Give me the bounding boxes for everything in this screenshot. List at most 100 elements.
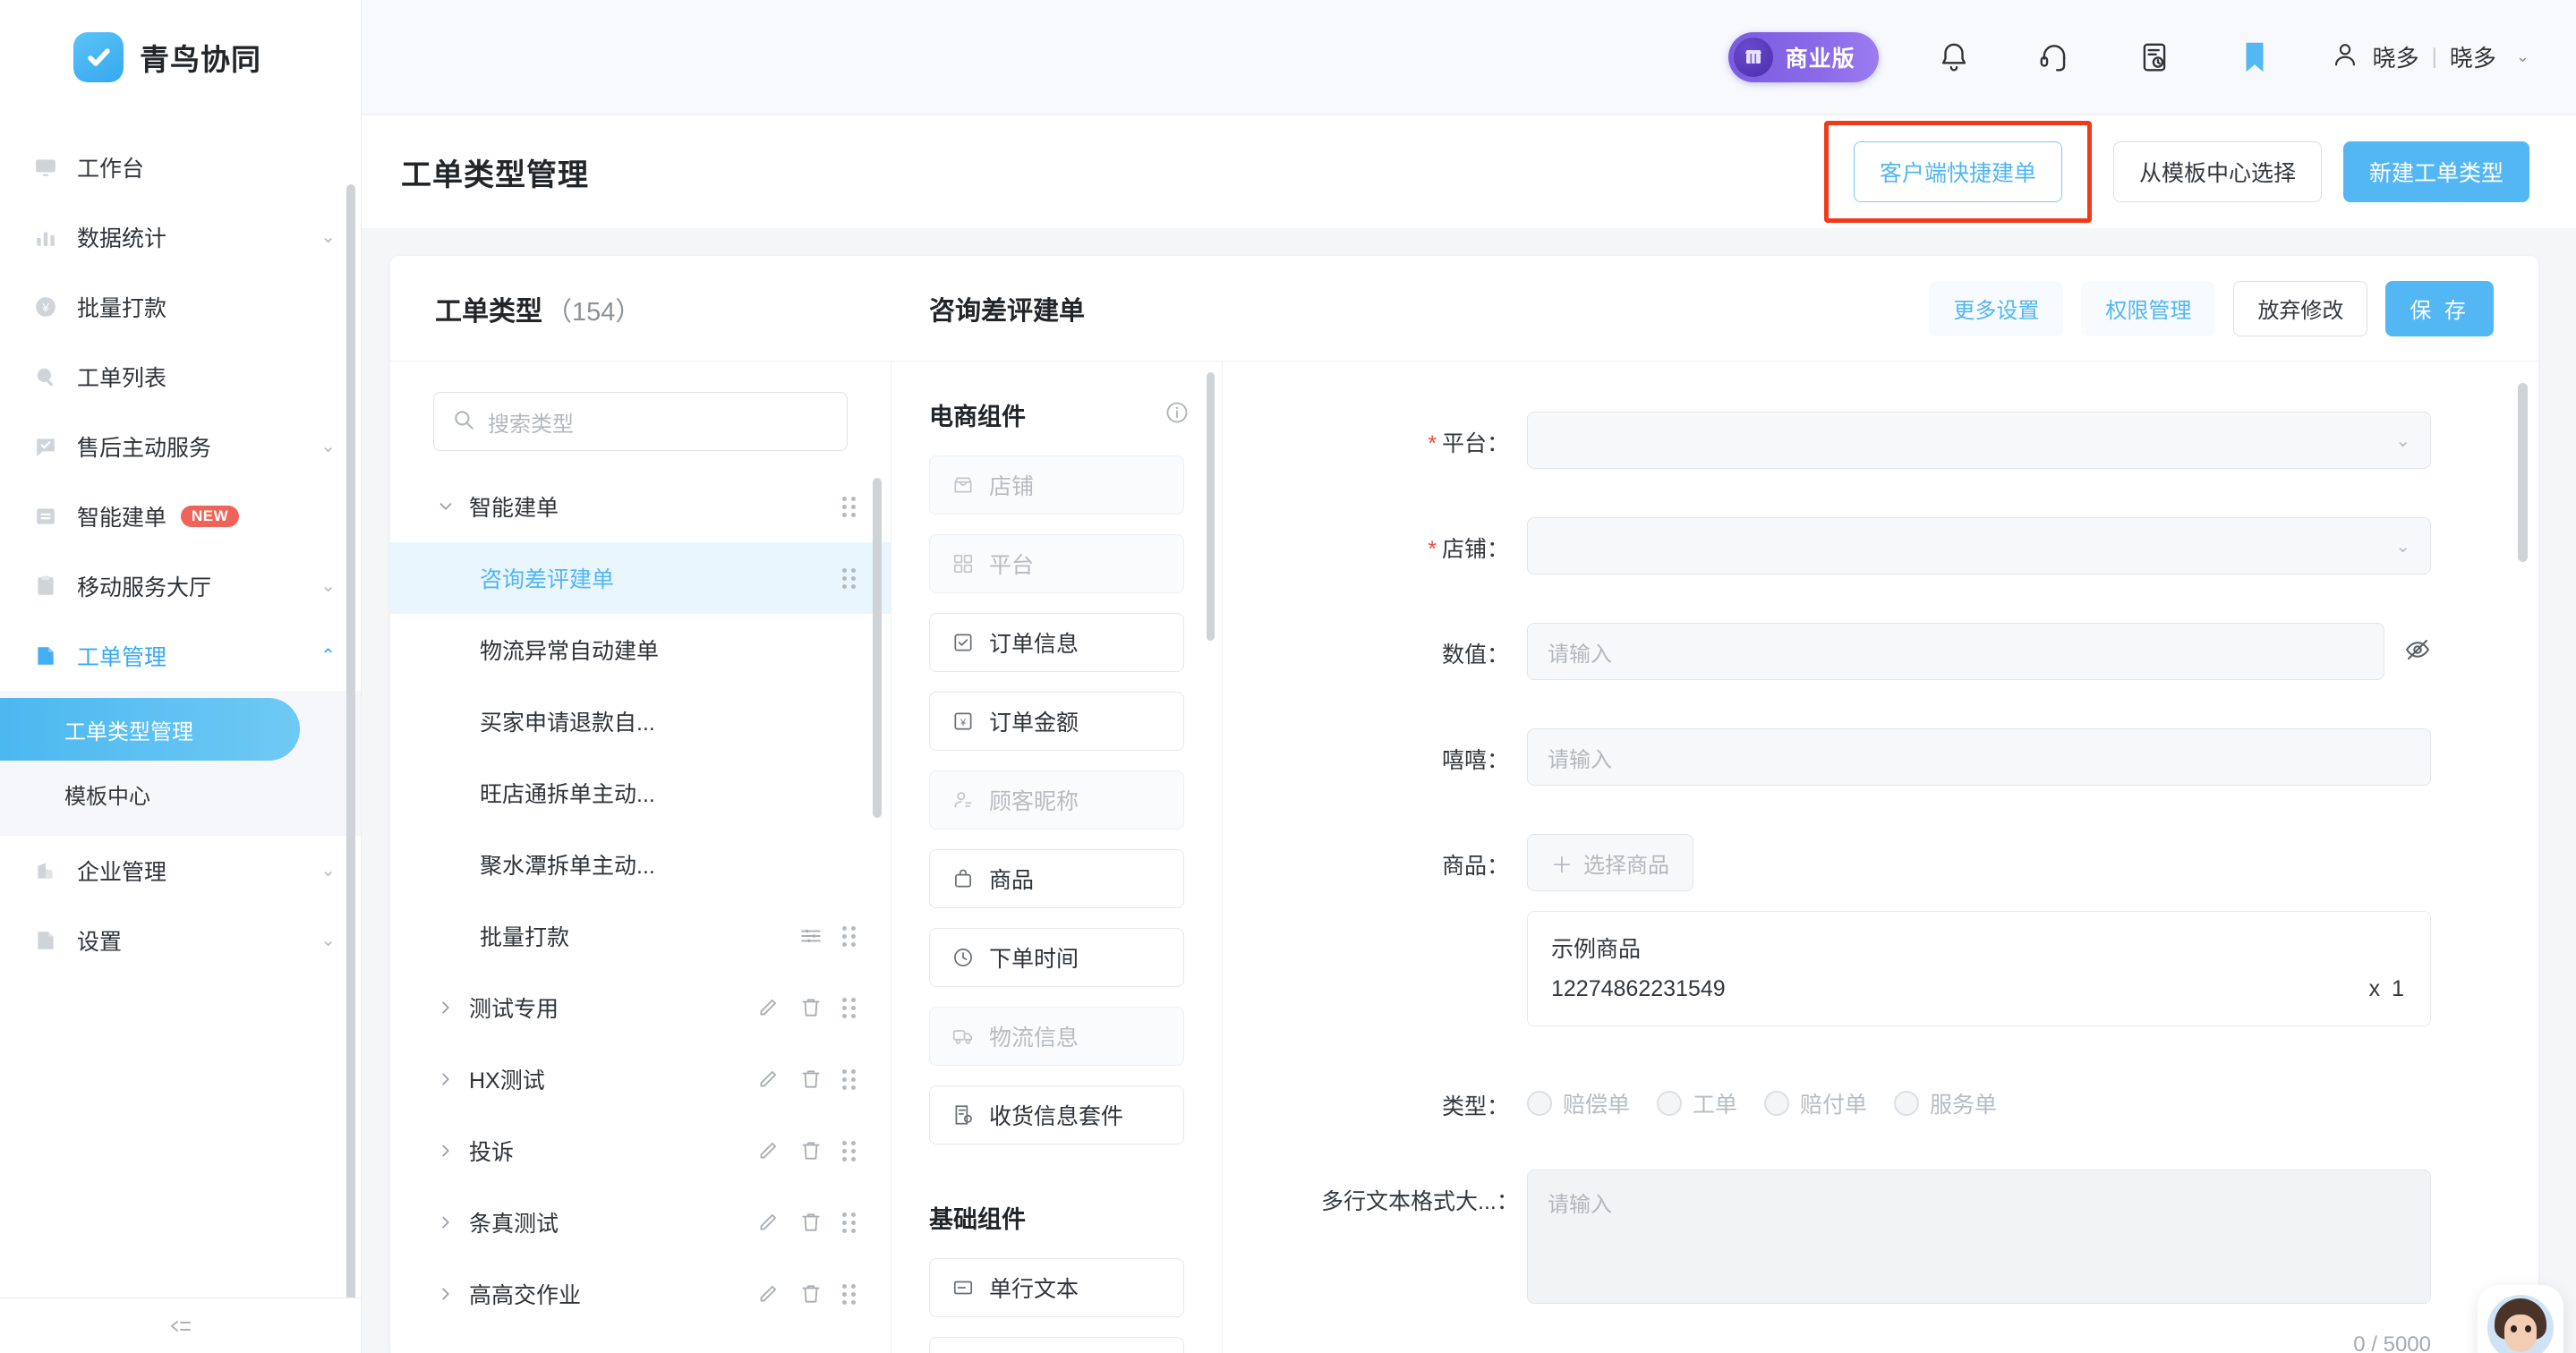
new-ticket-type-button[interactable]: 新建工单类型 [2342, 141, 2529, 202]
platform-select[interactable]: ⌄ [1527, 412, 2431, 469]
form-scrollbar[interactable] [2518, 383, 2528, 562]
edit-icon[interactable] [756, 1139, 780, 1162]
sidebar-item-ticket-type-management[interactable]: 工单类型管理 [0, 698, 300, 761]
store-select[interactable]: ⌄ [1527, 517, 2431, 574]
sidebar-scrollbar[interactable] [346, 184, 355, 1298]
choose-from-template-button[interactable]: 从模板中心选择 [2112, 141, 2322, 202]
tree-row[interactable]: 条真测试 [390, 1187, 891, 1258]
tree-row[interactable]: HX测试 [390, 1043, 891, 1115]
discard-changes-button[interactable]: 放弃修改 [2233, 280, 2368, 336]
palette-item-platform[interactable]: 平台 [929, 534, 1184, 593]
number-input[interactable]: 请输入 [1527, 623, 2384, 680]
tree-row[interactable]: 咨询差评建单 [390, 542, 891, 614]
delete-icon[interactable] [799, 1282, 823, 1306]
permission-management-button[interactable]: 权限管理 [2081, 280, 2216, 336]
sidebar-item-aftersales[interactable]: 售后主动服务 ⌄ [0, 412, 361, 481]
form-row-number: 数值： 请输入 [1321, 623, 2431, 680]
tree-row[interactable]: 买家申请退款自... [390, 685, 891, 757]
drag-handle-icon[interactable] [842, 1068, 857, 1090]
edit-icon[interactable] [756, 1211, 780, 1234]
tree-row[interactable]: 测试专用 [390, 972, 891, 1043]
plan-badge[interactable]: 商业版 [1727, 31, 1879, 82]
assistant-avatar-widget[interactable] [2478, 1285, 2563, 1353]
bell-icon[interactable] [1929, 32, 1979, 82]
tune-icon[interactable] [799, 924, 823, 948]
save-button[interactable]: 保 存 [2385, 280, 2494, 336]
chevron-down-icon[interactable] [428, 497, 464, 516]
radio-label: 赔付单 [1800, 1093, 1868, 1118]
palette-item-order-time[interactable]: 下单时间 [929, 928, 1184, 987]
palette-item-multi-line-text[interactable]: 多行文本 [929, 1337, 1184, 1353]
delete-icon[interactable] [799, 1139, 823, 1162]
tree-row-label: 高高交作业 [469, 1283, 582, 1308]
drag-handle-icon[interactable] [842, 496, 857, 517]
sidebar-collapse-toggle[interactable] [0, 1298, 361, 1353]
sidebar-item-mobile-hall[interactable]: 移动服务大厅 ⌄ [0, 551, 361, 621]
sidebar-item-smart-create[interactable]: 智能建单 NEW [0, 481, 361, 551]
chevron-right-icon[interactable] [428, 1284, 464, 1304]
sidebar-item-workbench[interactable]: 工作台 [0, 132, 361, 202]
palette-item-order-amount[interactable]: ¥ 订单金额 [929, 692, 1184, 751]
xixi-input[interactable]: 请输入 [1527, 728, 2431, 786]
select-product-button[interactable]: ＋ 选择商品 [1527, 834, 1693, 891]
tree-row[interactable]: 投诉 [390, 1115, 891, 1187]
edit-icon[interactable] [756, 1282, 780, 1306]
sidebar-item-batch-payment[interactable]: ¥ 批量打款 [0, 272, 361, 342]
user-menu[interactable]: 晓多 | 晓多 ⌄ [2330, 39, 2529, 74]
tree-row[interactable]: 物流异常自动建单 [390, 614, 891, 685]
client-quick-create-button[interactable]: 客户端快捷建单 [1853, 141, 2062, 202]
brand-logo[interactable]: 青鸟协同 [0, 0, 361, 115]
sidebar-item-statistics[interactable]: 数据统计 ⌄ [0, 202, 361, 272]
tree-row[interactable]: 高高交作业 [390, 1258, 891, 1330]
radio-option[interactable]: 工单 [1657, 1087, 1737, 1119]
palette-item-logistics[interactable]: 物流信息 [929, 1007, 1184, 1066]
tree-row-label: HX测试 [469, 1068, 545, 1093]
drag-handle-icon[interactable] [842, 1140, 857, 1162]
sidebar-item-ticket-list[interactable]: 工单列表 [0, 342, 361, 412]
edit-icon[interactable] [756, 996, 780, 1019]
chevron-right-icon[interactable] [428, 1069, 464, 1089]
delete-icon[interactable] [799, 1211, 823, 1234]
sidebar-item-enterprise[interactable]: 企业管理 ⌄ [0, 836, 361, 906]
bookmark-icon[interactable] [2230, 32, 2280, 82]
tree-row[interactable]: 智能建单 [390, 471, 891, 542]
chevron-right-icon[interactable] [428, 1141, 464, 1161]
sidebar-item-ticket-management[interactable]: 工单管理 ⌃ [0, 621, 361, 691]
product-id: 12274862231549 [1551, 976, 1726, 1001]
chevron-right-icon[interactable] [428, 998, 464, 1017]
drag-handle-icon[interactable] [842, 925, 857, 947]
palette-item-product[interactable]: 商品 [929, 849, 1184, 908]
drag-handle-icon[interactable] [842, 567, 857, 589]
search-input[interactable]: 搜索类型 [433, 392, 848, 451]
delete-icon[interactable] [799, 1068, 823, 1091]
sidebar-item-settings[interactable]: 设置 ⌄ [0, 906, 361, 975]
chevron-right-icon[interactable] [428, 1213, 464, 1232]
drag-handle-icon[interactable] [842, 1212, 857, 1233]
eye-off-icon[interactable] [2404, 636, 2431, 668]
tree-row[interactable]: 聚水潭拆单主动... [390, 829, 891, 900]
radio-option[interactable]: 服务单 [1894, 1087, 1997, 1119]
edit-icon[interactable] [756, 1068, 780, 1091]
info-circle-icon[interactable] [1164, 400, 1190, 430]
tree-row[interactable]: 批量打款 [390, 900, 891, 972]
multiline-textarea[interactable]: 请输入 [1527, 1170, 2431, 1304]
drag-handle-icon[interactable] [842, 1283, 857, 1305]
delete-icon[interactable] [799, 996, 823, 1019]
product-card: 示例商品 12274862231549 x 1 [1527, 911, 2431, 1026]
tree-row[interactable]: 旺店通拆单主动... [390, 757, 891, 829]
tree-scrollbar[interactable] [873, 478, 882, 818]
palette-item-order-info[interactable]: 订单信息 [929, 613, 1184, 672]
palette-scrollbar[interactable] [1207, 372, 1215, 641]
sidebar-item-template-center[interactable]: 模板中心 [0, 761, 361, 827]
more-settings-button[interactable]: 更多设置 [1929, 280, 2064, 336]
palette-item-customer-nickname[interactable]: 顾客昵称 [929, 770, 1184, 830]
radio-option[interactable]: 赔偿单 [1527, 1087, 1630, 1119]
radio-option[interactable]: 赔付单 [1764, 1087, 1867, 1119]
palette-item-shipping-kit[interactable]: 收货信息套件 [929, 1085, 1184, 1145]
palette-item-single-line-text[interactable]: 单行文本 [929, 1258, 1184, 1317]
tree-row-actions [756, 1211, 857, 1234]
drag-handle-icon[interactable] [842, 997, 857, 1018]
history-icon[interactable] [2129, 32, 2179, 82]
headset-icon[interactable] [2029, 32, 2079, 82]
palette-item-store[interactable]: 店铺 [929, 455, 1184, 515]
